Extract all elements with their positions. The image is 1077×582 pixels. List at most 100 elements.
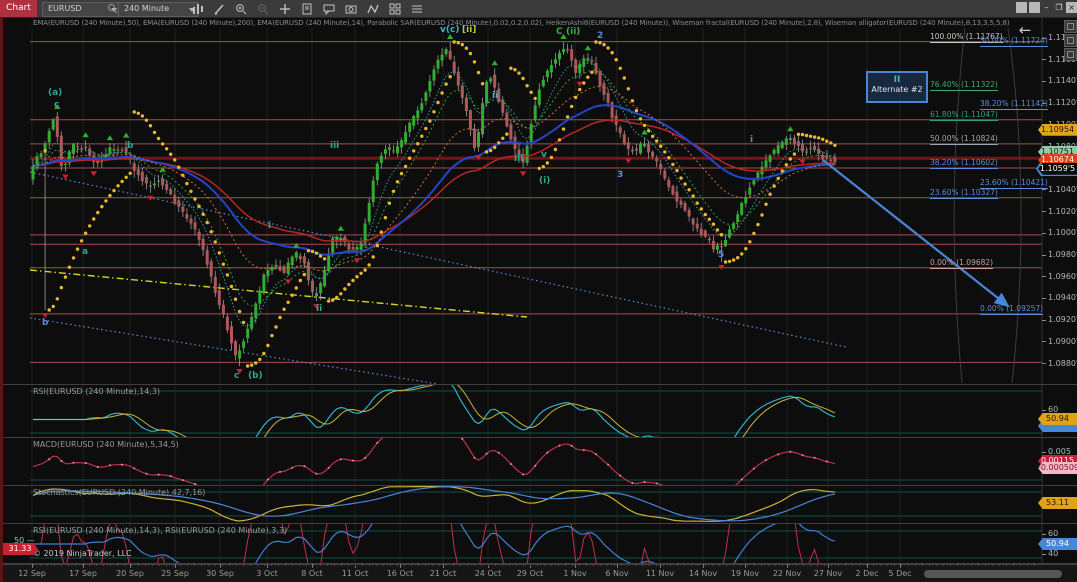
panel-value-marker: -0.000509	[1038, 462, 1077, 474]
time-axis-minor-tick	[922, 564, 923, 566]
window-blank-button-2[interactable]	[1029, 2, 1040, 13]
time-axis-minor-tick	[306, 564, 307, 566]
time-axis-minor-tick	[782, 564, 783, 566]
time-axis-minor-tick	[747, 564, 748, 566]
time-axis-minor-tick	[61, 564, 62, 566]
fib-level-label-primary: 50.00% (1.10824)	[930, 134, 998, 145]
time-axis-minor-tick	[838, 564, 839, 566]
time-axis-minor-tick	[824, 564, 825, 566]
price-axis-label: 1.0880'0	[1048, 359, 1077, 368]
plus-icon[interactable]	[276, 2, 294, 15]
time-axis-minor-tick	[397, 564, 398, 566]
drawing-tools-icon[interactable]	[364, 2, 382, 15]
time-axis-minor-tick	[733, 564, 734, 566]
time-axis-minor-tick	[565, 564, 566, 566]
fib-level-label-primary: 76.40% (1.11322)	[930, 80, 998, 91]
side-panel-button-2[interactable]	[1064, 34, 1077, 47]
time-axis-minor-tick	[866, 564, 867, 566]
time-axis-tick	[83, 564, 84, 568]
fib-level-label-primary: 23.60% (1.10327)	[930, 188, 998, 199]
time-axis-minor-tick	[894, 564, 895, 566]
time-axis-minor-tick	[831, 564, 832, 566]
time-axis-label: 8 Oct	[301, 569, 322, 578]
time-axis-minor-tick	[250, 564, 251, 566]
time-axis-label: 20 Sep	[116, 569, 144, 578]
time-axis-label: 19 Nov	[731, 569, 759, 578]
wave-label: i	[750, 135, 753, 145]
time-axis-label: 17 Sep	[69, 569, 97, 578]
panel-value-marker-left: 31.33	[2, 543, 38, 555]
time-axis-minor-tick	[299, 564, 300, 566]
properties-icon[interactable]	[408, 2, 426, 15]
time-axis-minor-tick	[719, 564, 720, 566]
time-axis-minor-tick	[404, 564, 405, 566]
time-axis-minor-tick	[901, 564, 902, 566]
restore-button[interactable]: ❐	[1054, 2, 1065, 13]
back-arrow-button[interactable]: ←	[1013, 21, 1037, 39]
wave-label: iii	[330, 141, 339, 151]
time-axis-minor-tick	[964, 564, 965, 566]
zoom-in-icon[interactable]	[232, 2, 250, 15]
candles-icon[interactable]	[188, 2, 206, 15]
zoom-out-icon[interactable]	[254, 2, 272, 15]
wave-label: (ii)	[566, 27, 580, 37]
chart-style-icon[interactable]	[386, 2, 404, 15]
time-axis-minor-tick	[992, 564, 993, 566]
time-axis-minor-tick	[432, 564, 433, 566]
price-axis-tick	[1042, 59, 1046, 60]
panel-separator	[0, 384, 1077, 385]
chart-window: Chart EURUSD 240 Minute –❐× EMA(EURUSD (…	[0, 0, 1077, 582]
time-axis-minor-tick	[936, 564, 937, 566]
time-axis-minor-tick	[1027, 564, 1028, 566]
time-axis-label: 11 Nov	[646, 569, 674, 578]
time-axis-minor-tick	[194, 564, 195, 566]
time-axis-minor-tick	[740, 564, 741, 566]
panel-axis-tick	[1042, 554, 1046, 555]
h-scrollbar-thumb[interactable]	[924, 570, 1062, 578]
panel-label: RSI(EURUSD (240 Minute),14,3)	[33, 387, 160, 396]
callout-icon[interactable]	[320, 2, 338, 15]
time-axis-minor-tick	[208, 564, 209, 566]
wave-label: b	[42, 318, 48, 328]
side-panel-button-1[interactable]	[1064, 20, 1077, 33]
close-button[interactable]: ×	[1066, 2, 1077, 13]
time-axis-minor-tick	[110, 564, 111, 566]
time-axis-label: 3 Oct	[256, 569, 277, 578]
snapshot-icon[interactable]	[342, 2, 360, 15]
interval-selector[interactable]: 240 Minute	[118, 2, 199, 17]
panel-label: RSI(EURUSD (240 Minute),14,3), RSI(EURUS…	[33, 526, 287, 535]
wave-label: ii	[316, 304, 322, 314]
tab-chart[interactable]: Chart	[0, 0, 37, 17]
instrument-value: EURUSD	[48, 4, 82, 13]
time-axis-label: 1 Nov	[563, 569, 586, 578]
time-axis-minor-tick	[1020, 564, 1021, 566]
time-axis-tick	[267, 564, 268, 568]
wave-label: b	[127, 141, 133, 151]
time-axis-minor-tick	[803, 564, 804, 566]
time-axis-label: 22 Nov	[773, 569, 801, 578]
wave-label: 3	[617, 170, 623, 180]
window-blank-button-1[interactable]	[1016, 2, 1027, 13]
pencil-icon[interactable]	[210, 2, 228, 15]
time-axis-minor-tick	[341, 564, 342, 566]
time-axis-minor-tick	[68, 564, 69, 566]
annotation-alternate-box[interactable]: II Alternate #2	[866, 71, 928, 103]
side-panel-button-3[interactable]	[1064, 48, 1077, 61]
time-axis-minor-tick	[593, 564, 594, 566]
report-icon[interactable]	[298, 2, 316, 15]
time-axis-minor-tick	[285, 564, 286, 566]
time-axis-tick	[617, 564, 618, 568]
annotation-text: Alternate #2	[868, 85, 926, 95]
wave-label: (i)	[539, 176, 550, 186]
price-axis-label: 1.1140'0	[1048, 76, 1077, 85]
price-axis-tick	[1042, 298, 1046, 299]
time-axis-minor-tick	[635, 564, 636, 566]
indicator-list-label: EMA(EURUSD (240 Minute),50), EMA(EURUSD …	[33, 19, 1033, 28]
wave-label: v	[541, 150, 547, 160]
minimize-button[interactable]: –	[1041, 2, 1052, 13]
time-axis-minor-tick	[607, 564, 608, 566]
time-axis-minor-tick	[649, 564, 650, 566]
time-axis-minor-tick	[89, 564, 90, 566]
annotation-wave-label: II	[868, 75, 926, 85]
time-axis-minor-tick	[222, 564, 223, 566]
